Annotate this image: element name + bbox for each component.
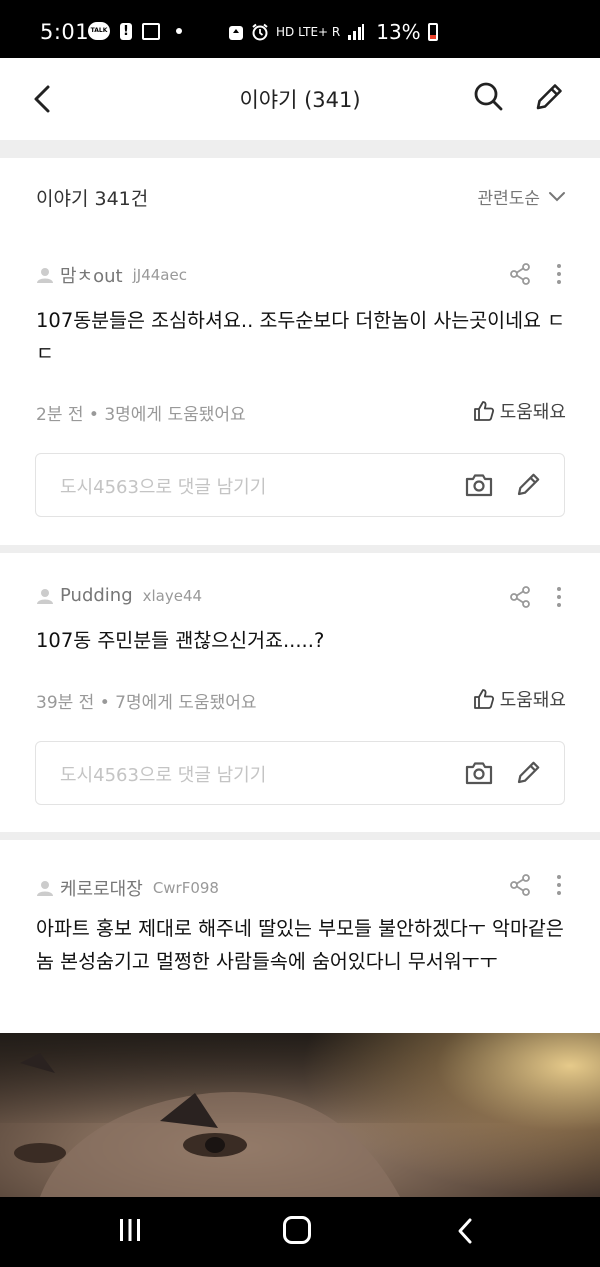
comment-input[interactable]: 도시4563으로 댓글 남기기 [35, 741, 565, 805]
helpful-button[interactable]: 도움돼요 [472, 398, 566, 424]
pencil-icon[interactable] [514, 757, 544, 787]
post-text: 107동 주민분들 괜찮으신거죠.....? [36, 629, 325, 652]
pencil-icon[interactable] [514, 469, 544, 499]
notification-icons: TALK ! [88, 22, 182, 40]
author-id: xlaye44 [142, 586, 203, 605]
status-bar: 5:01 TALK ! HD LTE+ R 13% [0, 0, 600, 58]
post-author[interactable]: 케로로대장 CwrF098 [36, 875, 219, 901]
post-text: 107동분들은 조심하셔요.. 조두순보다 더한놈이 사는곳이네요 ㄷㄷ [36, 309, 566, 365]
post-meta: 39분 전 • 7명에게 도움됐어요 [36, 693, 257, 713]
system-icons: HD LTE+ R 13% [228, 20, 438, 44]
list-item: Pudding xlaye44 107동 주민분들 괜찮으신거죠.....? 3… [0, 553, 600, 833]
more-vertical-icon[interactable] [552, 585, 566, 609]
battery-icon [427, 23, 438, 41]
clock: 5:01 [40, 20, 90, 44]
helpful-label: 도움돼요 [499, 402, 566, 423]
thumbs-up-icon [473, 401, 494, 421]
page-title: 이야기 (341) [239, 88, 361, 112]
post-meta: 2분 전 • 3명에게 도움됐어요 [36, 405, 246, 425]
comment-placeholder: 도시4563으로 댓글 남기기 [60, 477, 267, 498]
kakaotalk-icon: TALK [88, 22, 110, 40]
alert-icon: ! [120, 22, 132, 40]
chevron-down-icon [549, 191, 565, 201]
share-icon[interactable] [508, 873, 532, 897]
sort-label: 관련도순 [477, 189, 540, 209]
post-author[interactable]: Pudding xlaye44 [36, 585, 202, 606]
share-icon[interactable] [508, 262, 532, 286]
post-image[interactable] [0, 1033, 600, 1197]
alarm-icon [252, 23, 268, 41]
thumbs-up-icon [473, 689, 494, 709]
back-arrow-icon[interactable] [455, 1217, 475, 1245]
more-vertical-icon[interactable] [552, 873, 566, 897]
share-icon[interactable] [508, 585, 532, 609]
divider [0, 832, 600, 840]
author-name: 케로로대장 [60, 879, 143, 900]
user-icon [37, 588, 53, 604]
helpful-label: 도움돼요 [499, 690, 566, 711]
author-id: CwrF098 [152, 879, 219, 897]
camera-icon[interactable] [464, 470, 494, 500]
more-vertical-icon[interactable] [552, 262, 566, 286]
list-item: 케로로대장 CwrF098 아파트 홍보 제대로 해주네 딸있는 부모들 불안하… [0, 840, 600, 1033]
author-name: 맘ㅊout [60, 266, 123, 287]
user-icon [37, 268, 53, 283]
face-illustration [14, 1053, 400, 1197]
system-nav-bar [0, 1197, 600, 1267]
more-notifications-dot-icon [176, 28, 182, 34]
recycle-icon [229, 26, 243, 40]
battery-percent: 13% [376, 20, 421, 44]
camera-icon[interactable] [464, 758, 494, 788]
helpful-button[interactable]: 도움돼요 [472, 686, 566, 712]
post-text: 아파트 홍보 제대로 해주네 딸있는 부모들 불안하겠다ㅜ 악마같은놈 본성숨기… [36, 917, 564, 973]
author-id: jJ44aec [132, 266, 187, 284]
list-header: 이야기 341건 관련도순 [0, 158, 600, 232]
network-indicator: HD LTE+ R [276, 25, 341, 39]
user-icon [37, 881, 53, 896]
search-icon[interactable] [472, 80, 504, 114]
recent-apps-icon[interactable] [118, 1217, 142, 1243]
divider [0, 140, 600, 158]
sort-dropdown[interactable]: 관련도순 [477, 184, 566, 209]
divider [0, 545, 600, 553]
calendar-icon [142, 22, 160, 40]
signal-icon [348, 24, 365, 40]
author-name: Pudding [60, 585, 133, 606]
story-count: 이야기 341건 [36, 188, 149, 210]
comment-input[interactable]: 도시4563으로 댓글 남기기 [35, 453, 565, 517]
list-item: 맘ㅊout jJ44aec 107동분들은 조심하셔요.. 조두순보다 더한놈이… [0, 232, 600, 548]
pencil-icon[interactable] [532, 80, 566, 114]
comment-placeholder: 도시4563으로 댓글 남기기 [60, 765, 267, 786]
home-icon[interactable] [283, 1216, 311, 1244]
app-header: 이야기 (341) [0, 58, 600, 140]
post-author[interactable]: 맘ㅊout jJ44aec [36, 262, 187, 288]
